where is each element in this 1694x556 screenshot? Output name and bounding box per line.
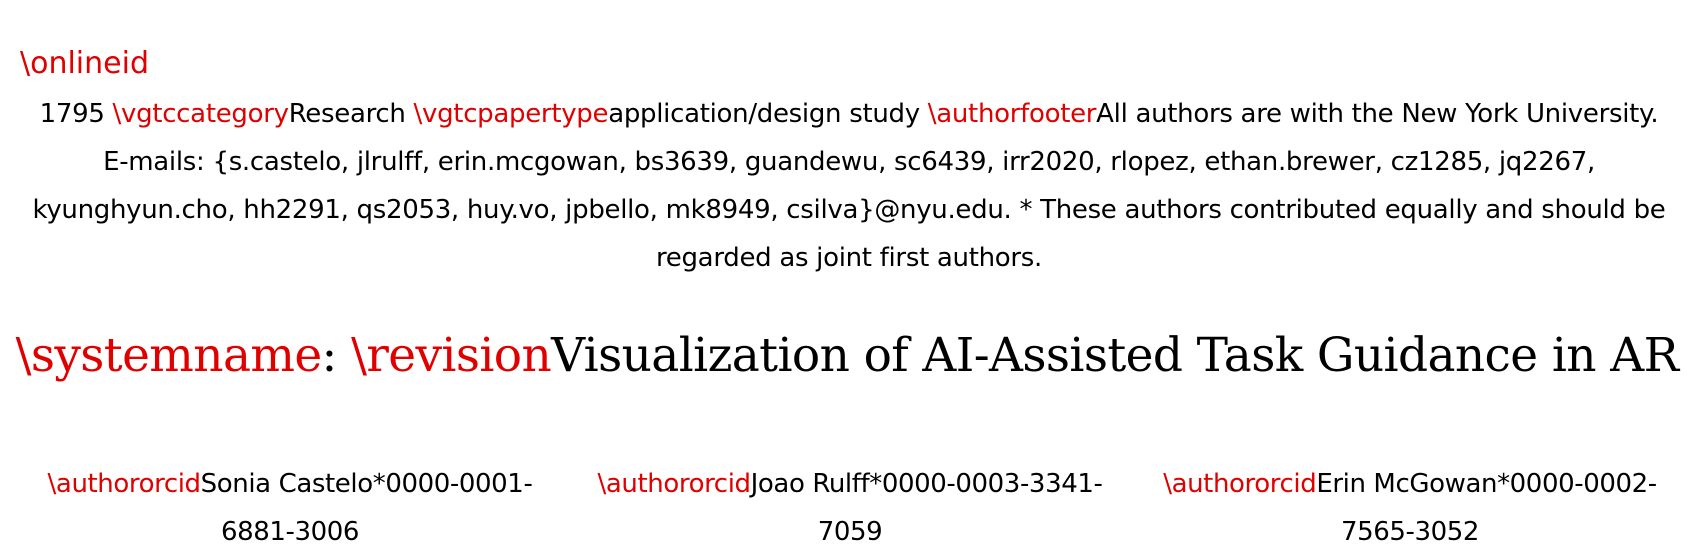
paper-type-command: \vgtcpapertype: [413, 99, 609, 129]
author-footer-command: \authorfooter: [927, 99, 1097, 129]
paper-title: \systemname: \revisionVisualization of A…: [0, 326, 1694, 386]
author-text: Erin McGowan*0000-0002-7565-3052: [1316, 469, 1657, 547]
author-orcid-command: \authororcid: [597, 469, 752, 499]
author-orcid-command: \authororcid: [1163, 469, 1317, 499]
author-text: Joao Rulff*0000-0003-3341-7059: [750, 469, 1103, 547]
category-command: \vgtccategory: [112, 99, 289, 129]
author-entry: \authororcidErin McGowan*0000-0002-7565-…: [1140, 460, 1680, 556]
author-orcid-command: \authororcid: [47, 469, 202, 499]
paper-type-value: application/design study: [608, 99, 920, 129]
online-id-command: \onlineid: [20, 44, 149, 84]
author-entry: \authororcidSonia Castelo*0000-0001-6881…: [20, 460, 560, 556]
title-text: Visualization of AI-Assisted Task Guidan…: [551, 328, 1679, 383]
online-id-value: 1795: [39, 99, 105, 129]
title-separator: :: [321, 328, 352, 383]
paper-preamble: \onlineid 1795 \vgtccategoryResearch \vg…: [0, 0, 1694, 553]
revision-command: \revision: [351, 328, 552, 383]
author-entry: \authororcidJoao Rulff*0000-0003-3341-70…: [580, 460, 1120, 556]
author-list: \authororcidSonia Castelo*0000-0001-6881…: [20, 460, 1680, 556]
author-text: Sonia Castelo*0000-0001-6881-3006: [200, 469, 533, 547]
system-name-command: \systemname: [15, 328, 323, 383]
online-id-command-name: \onlineid: [20, 46, 149, 81]
metadata-block: 1795 \vgtccategoryResearch \vgtcpapertyp…: [24, 90, 1674, 282]
category-value: Research: [288, 99, 406, 129]
